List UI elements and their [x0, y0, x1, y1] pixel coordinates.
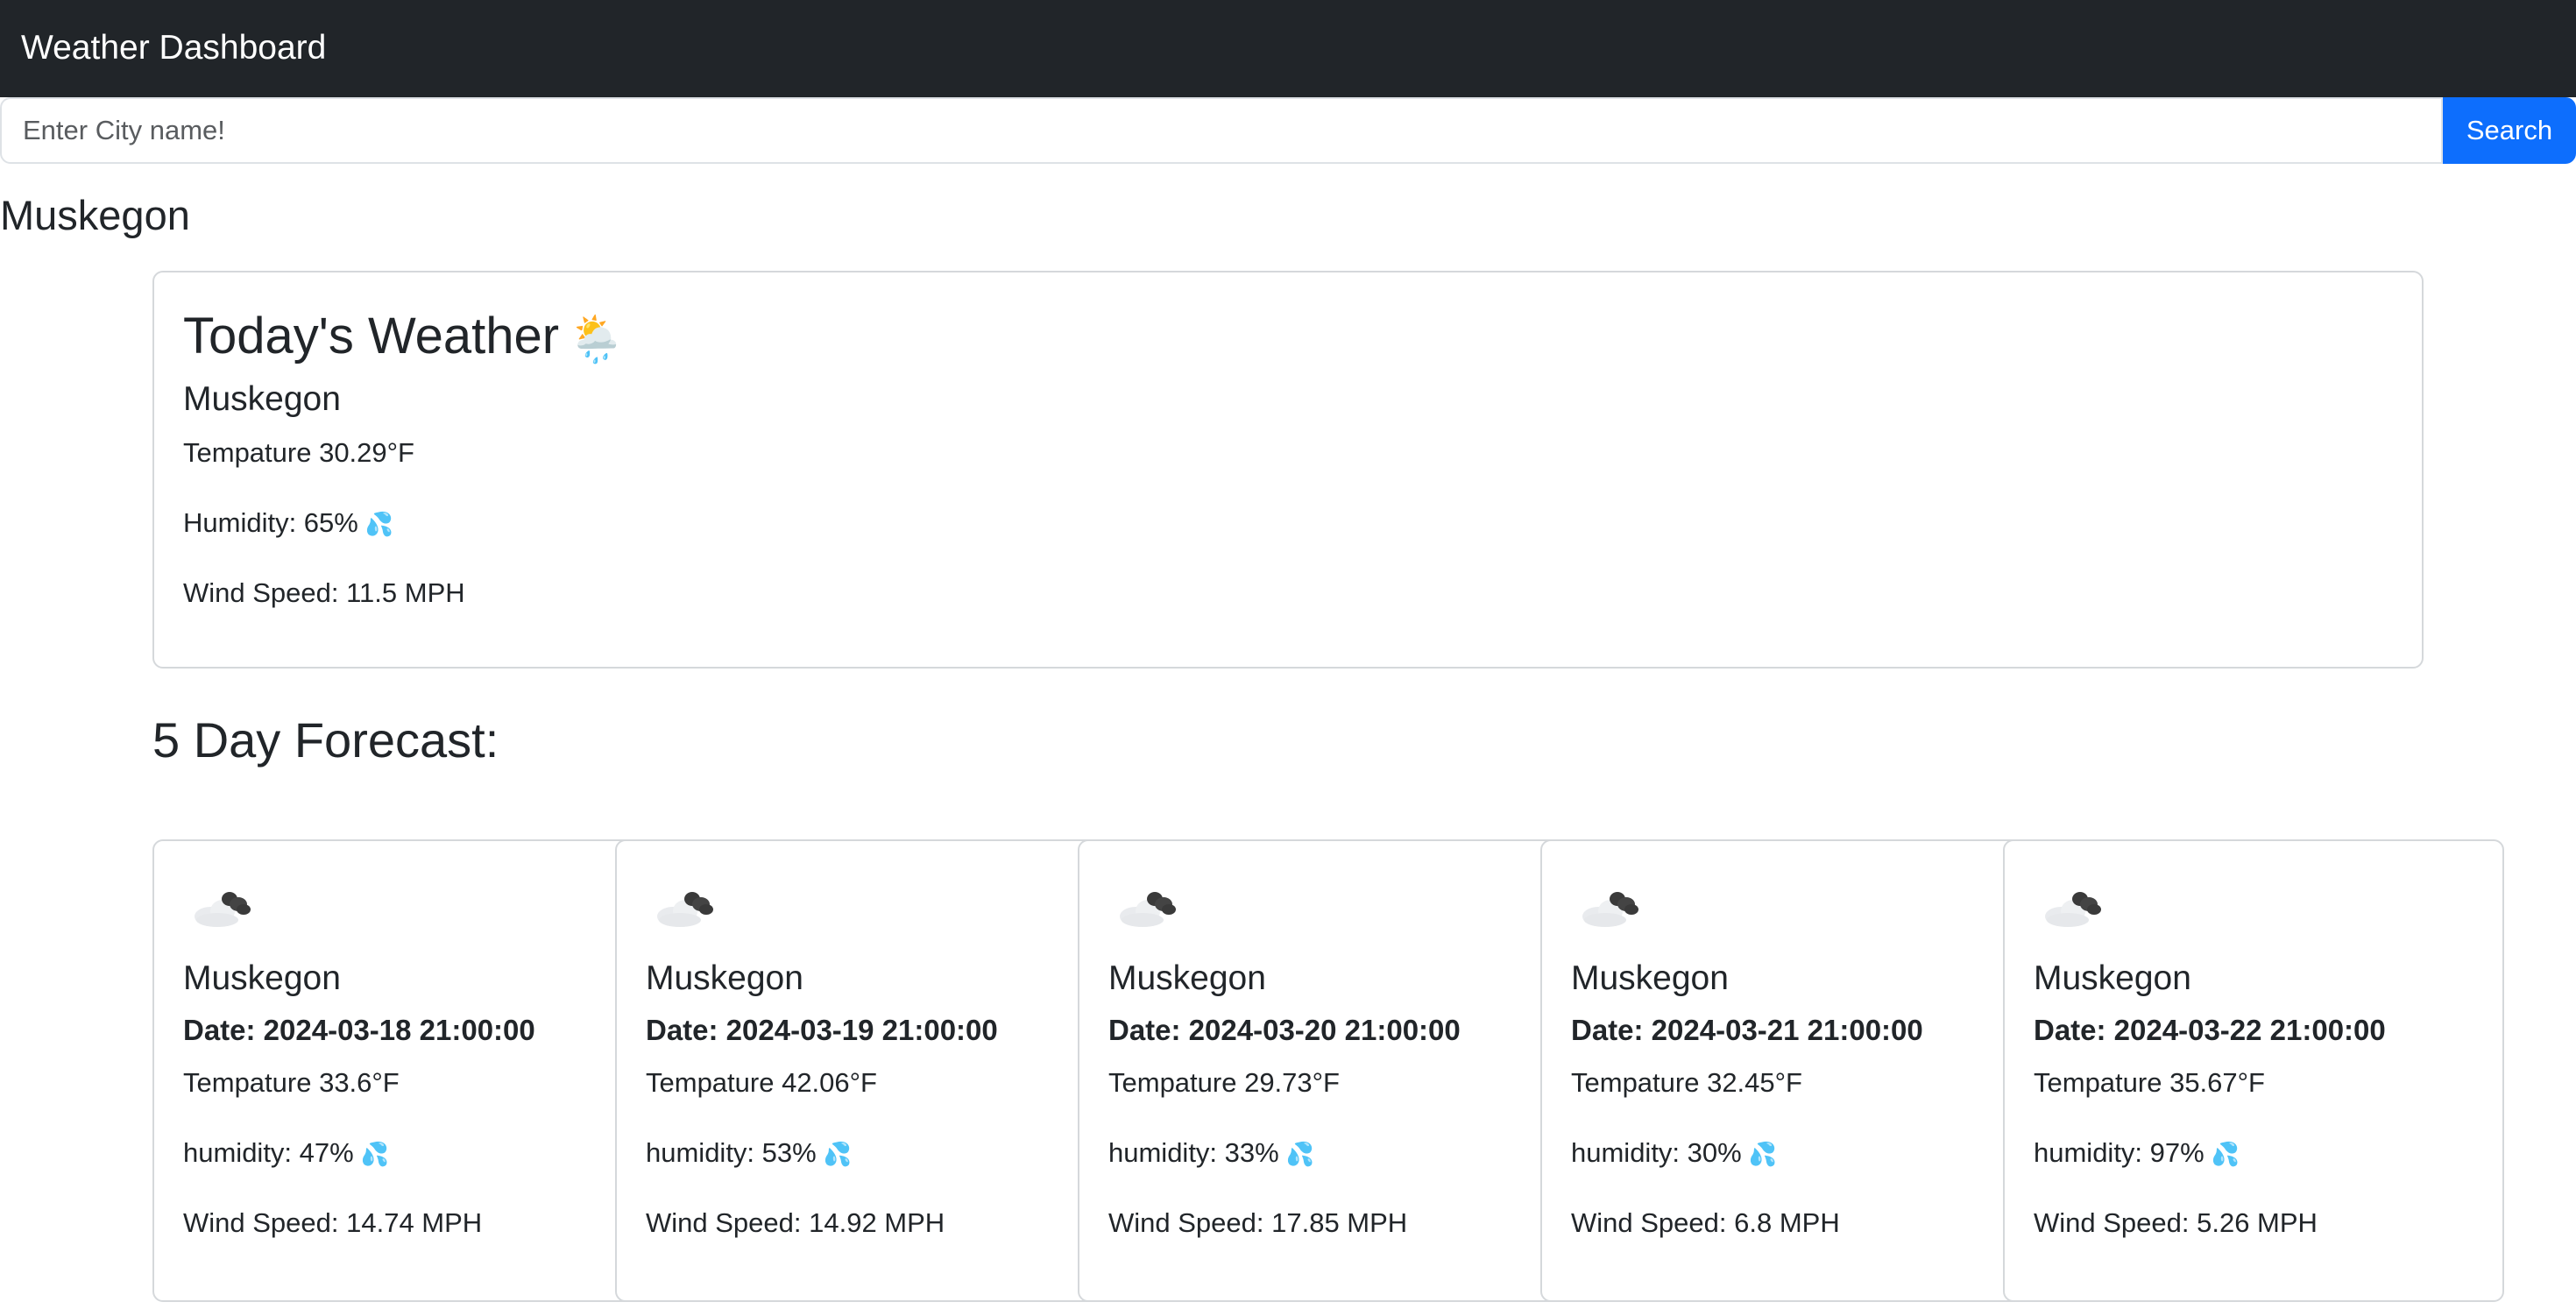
sweat-droplets-icon: 💦 — [2211, 1141, 2240, 1167]
today-temperature: Tempature 30.29°F — [183, 437, 414, 468]
forecast-wind-speed: Wind Speed: 14.74 MPH — [183, 1207, 483, 1238]
forecast-date: Date: 2024-03-19 21:00:00 — [646, 1014, 998, 1046]
app-title[interactable]: Weather Dashboard — [21, 25, 326, 72]
current-city-heading: Muskegon — [0, 192, 190, 238]
forecast-card: Muskegon Date: 2024-03-22 21:00:00 Tempa… — [2003, 839, 2504, 1302]
forecast-row: Muskegon Date: 2024-03-18 21:00:00 Tempa… — [152, 839, 2508, 1302]
search-bar: Search — [0, 97, 2576, 164]
sweat-droplets-icon: 💦 — [1285, 1141, 1315, 1167]
today-humidity-text: Humidity: 65% — [183, 507, 358, 538]
dark-cloud-icon — [195, 892, 251, 927]
forecast-city-name: Muskegon — [2034, 959, 2191, 997]
forecast-card: Muskegon Date: 2024-03-21 21:00:00 Tempa… — [1540, 839, 2042, 1302]
forecast-date: Date: 2024-03-22 21:00:00 — [2034, 1014, 2386, 1046]
forecast-date: Date: 2024-03-21 21:00:00 — [1571, 1014, 1923, 1046]
forecast-date: Date: 2024-03-18 21:00:00 — [183, 1014, 535, 1046]
forecast-card: Muskegon Date: 2024-03-18 21:00:00 Tempa… — [152, 839, 654, 1302]
forecast-humidity-text: humidity: 97% — [2034, 1137, 2204, 1168]
forecast-humidity-text: humidity: 53% — [646, 1137, 817, 1168]
forecast-city-name: Muskegon — [183, 959, 341, 997]
forecast-temperature: Tempature 33.6°F — [183, 1067, 400, 1098]
sweat-droplets-icon: 💦 — [364, 511, 394, 537]
forecast-temperature: Tempature 42.06°F — [646, 1067, 877, 1098]
today-weather-title: Today's Weather 🌦️ — [183, 306, 625, 371]
city-search-input[interactable] — [0, 97, 2443, 164]
forecast-humidity-text: humidity: 47% — [183, 1137, 354, 1168]
forecast-city-name: Muskegon — [646, 959, 803, 997]
forecast-humidity-text: humidity: 33% — [1108, 1137, 1279, 1168]
sun-behind-rain-cloud-icon: 🌦️ — [568, 314, 625, 365]
forecast-city-name: Muskegon — [1571, 959, 1729, 997]
dark-cloud-icon — [657, 892, 713, 927]
forecast-wind-speed: Wind Speed: 5.26 MPH — [2034, 1207, 2318, 1238]
sweat-droplets-icon: 💦 — [360, 1141, 390, 1167]
dark-cloud-icon — [2045, 892, 2101, 927]
sweat-droplets-icon: 💦 — [1748, 1141, 1778, 1167]
today-city-name: Muskegon — [183, 380, 341, 418]
forecast-humidity: humidity: 47% 💦 — [183, 1136, 389, 1171]
forecast-humidity-text: humidity: 30% — [1571, 1137, 1742, 1168]
dark-cloud-icon — [1120, 892, 1176, 927]
today-humidity: Humidity: 65% 💦 — [183, 506, 393, 541]
forecast-wind-speed: Wind Speed: 6.8 MPH — [1571, 1207, 1840, 1238]
forecast-date: Date: 2024-03-20 21:00:00 — [1108, 1014, 1461, 1046]
forecast-heading: 5 Day Forecast: — [152, 712, 499, 768]
forecast-temperature: Tempature 29.73°F — [1108, 1067, 1340, 1098]
search-button[interactable]: Search — [2443, 97, 2576, 164]
forecast-city-name: Muskegon — [1108, 959, 1266, 997]
forecast-humidity: humidity: 97% 💦 — [2034, 1136, 2240, 1171]
forecast-card: Muskegon Date: 2024-03-19 21:00:00 Tempa… — [615, 839, 1116, 1302]
today-wind-speed: Wind Speed: 11.5 MPH — [183, 577, 465, 608]
dark-cloud-icon — [1582, 892, 1638, 927]
forecast-humidity: humidity: 30% 💦 — [1571, 1136, 1777, 1171]
forecast-wind-speed: Wind Speed: 14.92 MPH — [646, 1207, 945, 1238]
forecast-temperature: Tempature 32.45°F — [1571, 1067, 1802, 1098]
navbar: Weather Dashboard — [0, 0, 2576, 97]
today-weather-card: Today's Weather 🌦️ Muskegon Tempature 30.… — [152, 271, 2424, 669]
today-weather-title-text: Today's Weather — [183, 308, 560, 364]
forecast-card: Muskegon Date: 2024-03-20 21:00:00 Tempa… — [1078, 839, 1579, 1302]
sweat-droplets-icon: 💦 — [823, 1141, 853, 1167]
forecast-temperature: Tempature 35.67°F — [2034, 1067, 2265, 1098]
forecast-humidity: humidity: 33% 💦 — [1108, 1136, 1314, 1171]
forecast-humidity: humidity: 53% 💦 — [646, 1136, 852, 1171]
forecast-wind-speed: Wind Speed: 17.85 MPH — [1108, 1207, 1408, 1238]
